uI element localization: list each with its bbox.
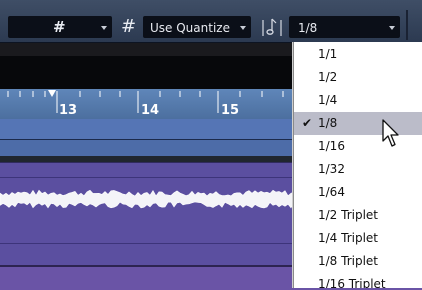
grid-type-value: Use Quantize: [150, 21, 230, 35]
quantize-menu: 1/1 1/2 1/4 ✔ 1/8 1/16 1/32 1/64 1/2 Tri…: [293, 42, 422, 288]
menu-item-1-1[interactable]: 1/1: [294, 43, 422, 66]
menu-item-1-4-triplet[interactable]: 1/4 Triplet: [294, 227, 422, 250]
grid-icon: #: [53, 18, 66, 36]
quantize-dropdown[interactable]: 1/8: [289, 16, 400, 38]
quantize-value: 1/8: [298, 21, 318, 35]
menu-item-1-16-triplet[interactable]: 1/16 Triplet: [294, 273, 422, 288]
menu-item-1-64[interactable]: 1/64: [294, 181, 422, 204]
grid-type-icon: #: [121, 16, 137, 37]
mouse-pointer-icon: [382, 119, 399, 147]
ruler-bar-15: 15: [221, 103, 240, 118]
menu-item-1-4[interactable]: 1/4: [294, 89, 422, 112]
toolbar-divider: [406, 10, 408, 40]
chevron-down-icon: [389, 26, 395, 30]
ruler-bar-14: 14: [141, 103, 160, 118]
menu-item-1-32[interactable]: 1/32: [294, 158, 422, 181]
quantize-note-icon: [262, 18, 282, 36]
cycle-marker-icon[interactable]: [48, 90, 56, 97]
snap-grid-dropdown[interactable]: #: [8, 16, 112, 38]
menu-item-1-8-triplet[interactable]: 1/8 Triplet: [294, 250, 422, 273]
menu-item-1-2[interactable]: 1/2: [294, 66, 422, 89]
chevron-down-icon: [101, 26, 107, 30]
chevron-down-icon: [240, 26, 246, 30]
ruler-bar-13: 13: [59, 103, 78, 118]
menu-item-1-2-triplet[interactable]: 1/2 Triplet: [294, 204, 422, 227]
grid-type-dropdown[interactable]: Use Quantize: [143, 16, 251, 38]
toolbar: # # Use Quantize 1/8: [0, 0, 422, 43]
checkmark-icon: ✔: [302, 116, 313, 130]
